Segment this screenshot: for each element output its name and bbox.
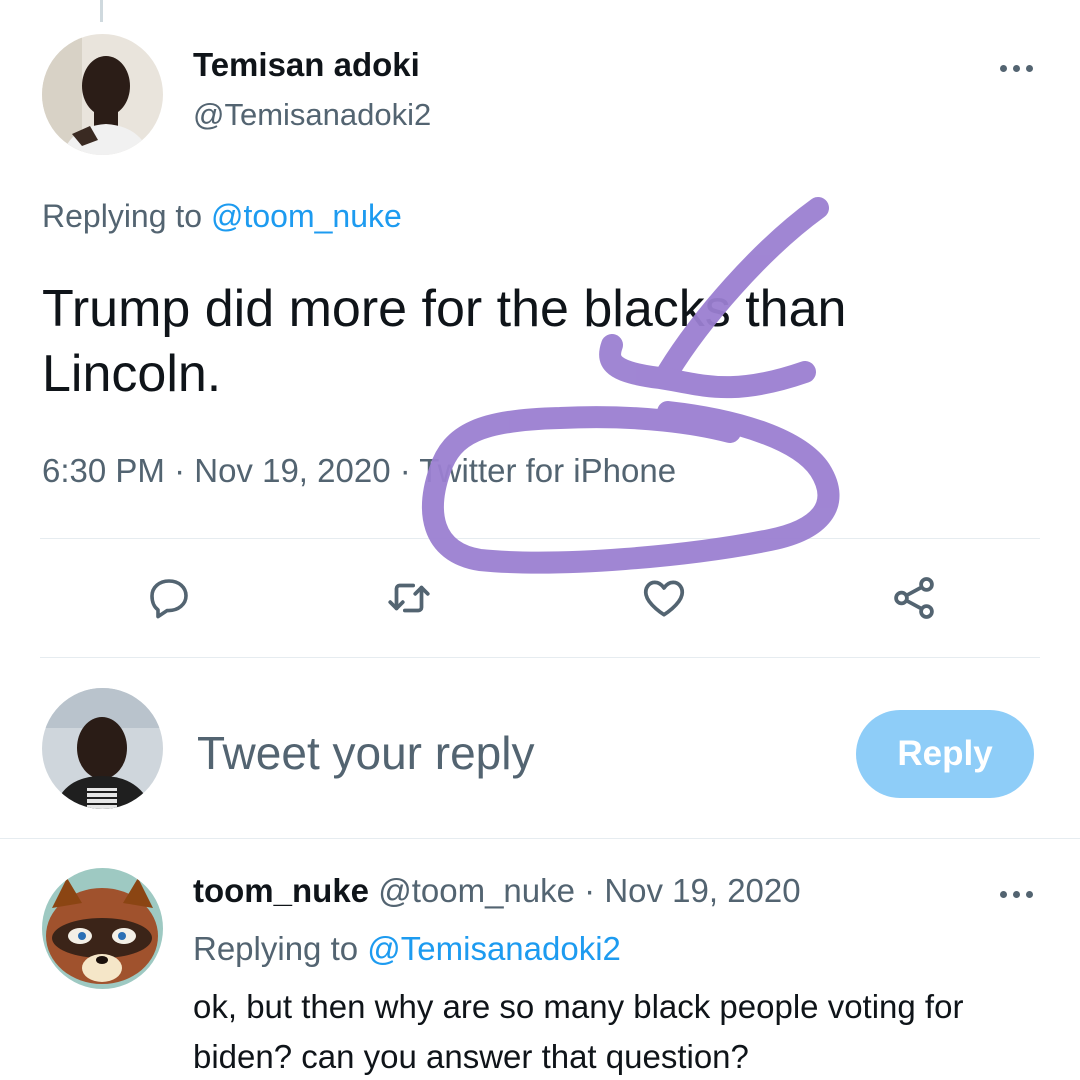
more-icon[interactable] <box>1000 61 1044 75</box>
reply-header: toom_nuke @toom_nuke · Nov 19, 2020 <box>193 872 801 910</box>
divider <box>40 657 1040 658</box>
reply-author-display-name[interactable]: toom_nuke <box>193 872 369 909</box>
thread-connector-line <box>100 0 103 22</box>
like-icon <box>643 580 685 617</box>
replying-to-line: Replying to @toom_nuke <box>42 198 402 235</box>
share-action-button[interactable] <box>884 573 944 623</box>
tweet-source[interactable]: Twitter for iPhone <box>419 452 676 489</box>
meta-separator: · <box>574 872 605 909</box>
tweet-date[interactable]: Nov 19, 2020 <box>194 452 390 489</box>
reply-text: ok, but then why are so many black peopl… <box>193 988 964 1075</box>
like-action-button[interactable] <box>634 573 694 623</box>
retweet-icon <box>388 583 430 613</box>
meta-separator: · <box>390 452 420 489</box>
tweet-time[interactable]: 6:30 PM <box>42 452 165 489</box>
replying-to-link[interactable]: @Temisanadoki2 <box>367 930 621 967</box>
author-avatar[interactable] <box>42 34 163 155</box>
reply-author-avatar[interactable] <box>42 868 163 989</box>
tweet-metadata: 6:30 PM · Nov 19, 2020 · Twitter for iPh… <box>42 452 676 490</box>
author-display-name[interactable]: Temisan adoki <box>193 46 420 84</box>
reply-icon <box>150 579 188 619</box>
replying-to-prefix: Replying to <box>193 930 368 967</box>
tweet-text: Trump did more for the blacks than Linco… <box>42 280 847 403</box>
replying-to-link[interactable]: @toom_nuke <box>211 198 402 234</box>
current-user-avatar[interactable] <box>42 688 163 809</box>
reply-replying-to-line: Replying to @Temisanadoki2 <box>193 930 621 968</box>
reply-action-button[interactable] <box>139 573 199 623</box>
retweet-action-button[interactable] <box>379 573 439 623</box>
author-handle[interactable]: @Temisanadoki2 <box>193 97 431 133</box>
share-icon <box>894 577 934 619</box>
reply-date[interactable]: Nov 19, 2020 <box>604 872 800 909</box>
divider <box>0 838 1080 839</box>
meta-separator: · <box>164 452 195 489</box>
divider <box>40 538 1040 539</box>
reply-input[interactable]: Tweet your reply <box>197 726 534 780</box>
reply-author-handle[interactable]: @toom_nuke <box>378 872 575 909</box>
replying-to-prefix: Replying to <box>42 198 211 234</box>
more-icon[interactable] <box>1000 887 1044 901</box>
reply-submit-button[interactable]: Reply <box>856 710 1034 798</box>
